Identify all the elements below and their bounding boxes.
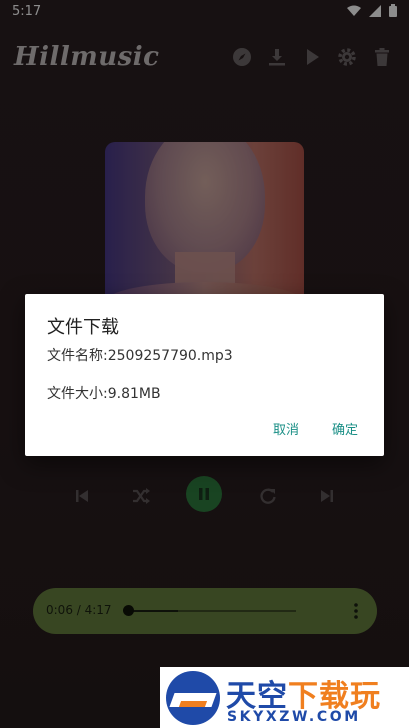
watermark-banner: 天空下载玩 SKYXZW.COM: [160, 667, 409, 728]
site-logo-icon: [166, 671, 220, 725]
cancel-button[interactable]: 取消: [273, 419, 299, 438]
dialog-title: 文件下载: [47, 317, 119, 338]
watermark-url: SKYXZW.COM: [227, 709, 361, 725]
file-name-text: 文件名称:2509257790.mp3: [47, 348, 233, 364]
file-size-text: 文件大小:9.81MB: [47, 386, 161, 402]
download-dialog: 文件下载 文件名称:2509257790.mp3 文件大小:9.81MB 取消 …: [25, 294, 384, 456]
confirm-button[interactable]: 确定: [332, 419, 358, 438]
